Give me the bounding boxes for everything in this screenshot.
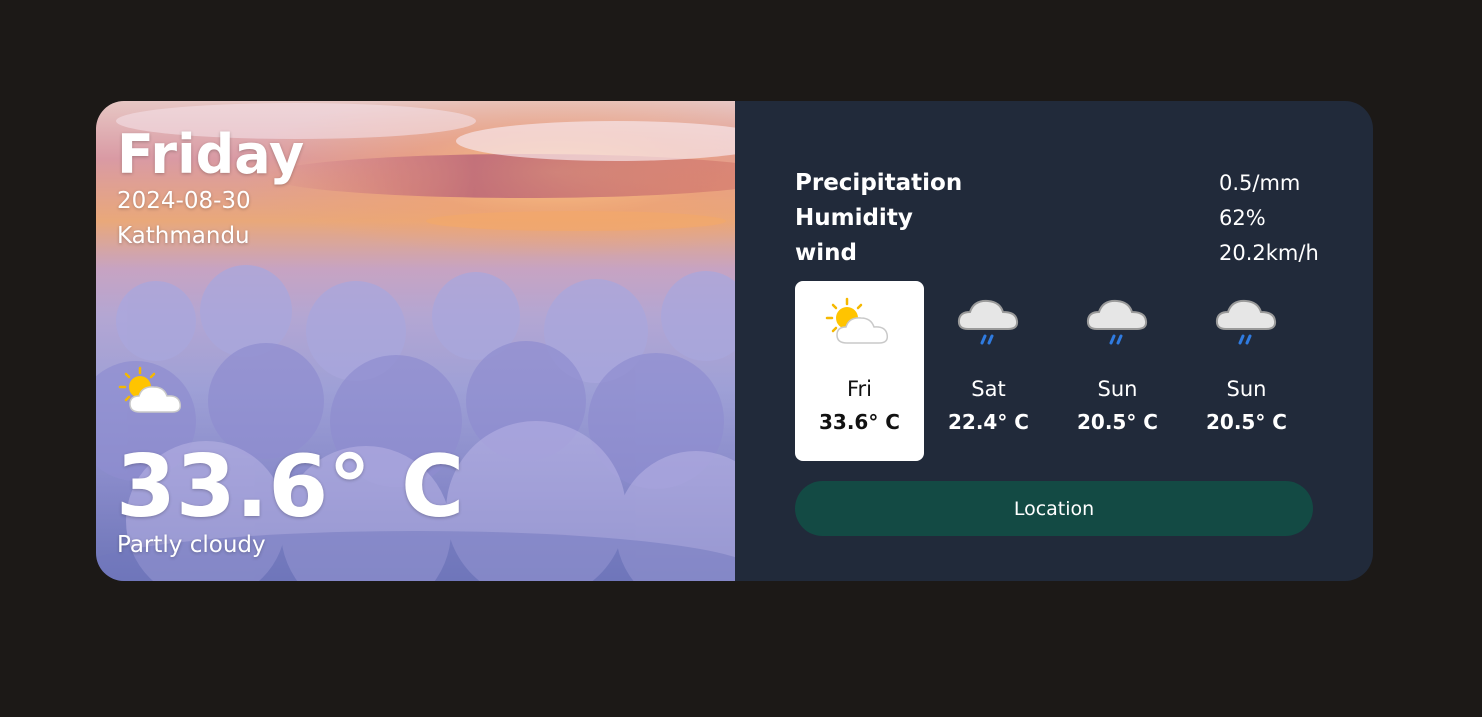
stat-label: Precipitation (795, 169, 963, 196)
current-location: Kathmandu (117, 223, 250, 249)
rain-cloud-icon (957, 299, 1018, 345)
stat-wind: wind 20.2km/h (795, 235, 1319, 270)
partly-cloudy-icon (825, 297, 888, 344)
current-day: Friday (117, 123, 305, 186)
forecast-day-name: Sat (971, 377, 1006, 401)
stat-value: 62% (1219, 205, 1266, 230)
location-button[interactable]: Location (795, 481, 1313, 536)
current-temperature: 33.6° C (116, 437, 465, 537)
stat-label: Humidity (795, 204, 913, 231)
current-date: 2024-08-30 (117, 188, 251, 214)
current-weather-panel: Friday 2024-08-30 Kathmandu 33.6° C Part… (96, 101, 735, 581)
rain-cloud-icon (1215, 299, 1276, 345)
current-condition: Partly cloudy (117, 532, 266, 558)
details-panel: Precipitation 0.5/mm Humidity 62% wind 2… (735, 101, 1373, 581)
stat-label: wind (795, 239, 857, 266)
forecast-day-temp: 22.4° C (948, 410, 1029, 434)
stat-value: 0.5/mm (1219, 170, 1301, 195)
forecast-day-name: Sun (1226, 377, 1267, 401)
forecast-day-sun-2[interactable]: Sun 20.5° C (1182, 281, 1311, 461)
stat-value: 20.2km/h (1219, 240, 1319, 265)
stat-precipitation: Precipitation 0.5/mm (795, 165, 1313, 200)
forecast-day-fri[interactable]: Fri 33.6° C (795, 281, 924, 461)
partly-cloudy-icon (118, 366, 182, 413)
forecast-list: Fri 33.6° C Sat 22.4° C Sun 20.5° C Sun … (795, 281, 1311, 461)
forecast-day-temp: 20.5° C (1206, 410, 1287, 434)
stat-humidity: Humidity 62% (795, 200, 1313, 235)
forecast-day-temp: 33.6° C (819, 410, 900, 434)
forecast-day-temp: 20.5° C (1077, 410, 1158, 434)
forecast-day-sat[interactable]: Sat 22.4° C (924, 281, 1053, 461)
forecast-day-sun[interactable]: Sun 20.5° C (1053, 281, 1182, 461)
forecast-day-name: Sun (1097, 377, 1138, 401)
weather-card: Friday 2024-08-30 Kathmandu 33.6° C Part… (96, 101, 1373, 581)
forecast-day-name: Fri (846, 377, 873, 401)
weather-stats: Precipitation 0.5/mm Humidity 62% wind 2… (795, 165, 1319, 270)
rain-cloud-icon (1086, 299, 1147, 345)
